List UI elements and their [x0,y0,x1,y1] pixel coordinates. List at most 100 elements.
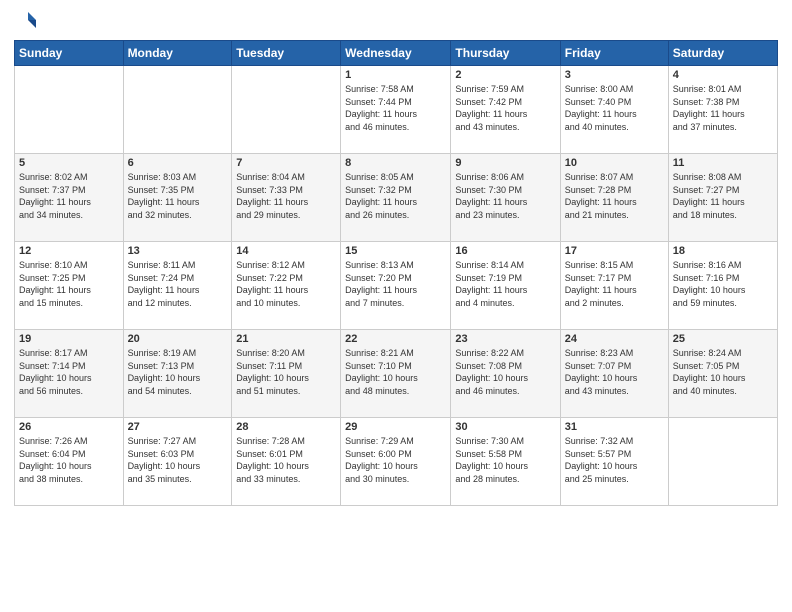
weekday-tuesday: Tuesday [232,41,341,66]
calendar-cell: 5Sunrise: 8:02 AM Sunset: 7:37 PM Daylig… [15,154,124,242]
day-number: 14 [236,245,336,257]
calendar-cell: 4 Sunrise: 8:01 AM Sunset: 7:38 PM Daylig… [668,66,777,154]
calendar-cell: 10 Sunrise: 8:07 AM Sunset: 7:28 PM Dayli… [560,154,668,242]
day-info: Sunrise: 8:24 AM Sunset: 7:05 PM Dayligh… [673,347,773,397]
calendar-week-2: 5Sunrise: 8:02 AM Sunset: 7:37 PM Daylig… [15,154,778,242]
day-number: 8 [345,157,446,169]
day-info: Sunrise: 7:28 AM Sunset: 6:01 PM Dayligh… [236,435,336,485]
calendar-table: SundayMondayTuesdayWednesdayThursdayFrid… [14,40,778,506]
calendar-cell: 8 Sunrise: 8:05 AM Sunset: 7:32 PM Daylig… [341,154,451,242]
calendar-cell: 18 Sunrise: 8:16 AM Sunset: 7:16 PM Dayli… [668,242,777,330]
day-info: Sunrise: 8:05 AM Sunset: 7:32 PM Dayligh… [345,171,446,221]
weekday-friday: Friday [560,41,668,66]
day-info: Sunrise: 8:17 AM Sunset: 7:14 PM Dayligh… [19,347,119,397]
day-number: 23 [455,333,555,345]
day-number: 31 [565,421,664,433]
day-number: 27 [128,421,228,433]
day-info: Sunrise: 7:27 AM Sunset: 6:03 PM Dayligh… [128,435,228,485]
calendar-cell: 12Sunrise: 8:10 AM Sunset: 7:25 PM Dayli… [15,242,124,330]
day-number: 17 [565,245,664,257]
day-info: Sunrise: 8:23 AM Sunset: 7:07 PM Dayligh… [565,347,664,397]
calendar-cell: 6Sunrise: 8:03 AM Sunset: 7:35 PM Daylig… [123,154,232,242]
day-info: Sunrise: 8:21 AM Sunset: 7:10 PM Dayligh… [345,347,446,397]
calendar-cell: 15Sunrise: 8:13 AM Sunset: 7:20 PM Dayli… [341,242,451,330]
calendar-week-1: 1Sunrise: 7:58 AM Sunset: 7:44 PM Daylig… [15,66,778,154]
day-info: Sunrise: 8:22 AM Sunset: 7:08 PM Dayligh… [455,347,555,397]
calendar-cell: 9 Sunrise: 8:06 AM Sunset: 7:30 PM Daylig… [451,154,560,242]
day-info: Sunrise: 8:07 AM Sunset: 7:28 PM Dayligh… [565,171,664,221]
day-info: Sunrise: 8:12 AM Sunset: 7:22 PM Dayligh… [236,259,336,309]
day-info: Sunrise: 8:15 AM Sunset: 7:17 PM Dayligh… [565,259,664,309]
day-info: Sunrise: 8:13 AM Sunset: 7:20 PM Dayligh… [345,259,446,309]
calendar-week-5: 26 Sunrise: 7:26 AM Sunset: 6:04 PM Dayli… [15,418,778,506]
day-number: 24 [565,333,664,345]
day-info: Sunrise: 7:29 AM Sunset: 6:00 PM Dayligh… [345,435,446,485]
day-number: 29 [345,421,446,433]
calendar-week-4: 19 Sunrise: 8:17 AM Sunset: 7:14 PM Dayli… [15,330,778,418]
calendar-cell [123,66,232,154]
calendar-cell [15,66,124,154]
calendar-cell: 21 Sunrise: 8:20 AM Sunset: 7:11 PM Dayli… [232,330,341,418]
calendar-cell: 2 Sunrise: 7:59 AM Sunset: 7:42 PM Daylig… [451,66,560,154]
day-number: 16 [455,245,555,257]
day-number: 28 [236,421,336,433]
weekday-sunday: Sunday [15,41,124,66]
calendar-cell [232,66,341,154]
weekday-monday: Monday [123,41,232,66]
day-number: 20 [128,333,228,345]
day-info: Sunrise: 8:14 AM Sunset: 7:19 PM Dayligh… [455,259,555,309]
day-info: Sunrise: 8:04 AM Sunset: 7:33 PM Dayligh… [236,171,336,221]
day-info: Sunrise: 8:08 AM Sunset: 7:27 PM Dayligh… [673,171,773,221]
calendar-cell: 29 Sunrise: 7:29 AM Sunset: 6:00 PM Dayli… [341,418,451,506]
weekday-wednesday: Wednesday [341,41,451,66]
day-info: Sunrise: 8:00 AM Sunset: 7:40 PM Dayligh… [565,83,664,133]
day-number: 7 [236,157,336,169]
calendar-cell [668,418,777,506]
calendar-cell: 27 Sunrise: 7:27 AM Sunset: 6:03 PM Dayli… [123,418,232,506]
day-number: 26 [19,421,119,433]
day-info: Sunrise: 8:20 AM Sunset: 7:11 PM Dayligh… [236,347,336,397]
day-number: 21 [236,333,336,345]
calendar-cell: 24 Sunrise: 8:23 AM Sunset: 7:07 PM Dayli… [560,330,668,418]
day-info: Sunrise: 7:59 AM Sunset: 7:42 PM Dayligh… [455,83,555,133]
day-number: 9 [455,157,555,169]
day-info: Sunrise: 8:01 AM Sunset: 7:38 PM Dayligh… [673,83,773,133]
day-number: 18 [673,245,773,257]
day-info: Sunrise: 7:30 AM Sunset: 5:58 PM Dayligh… [455,435,555,485]
calendar-cell: 19 Sunrise: 8:17 AM Sunset: 7:14 PM Dayli… [15,330,124,418]
day-info: Sunrise: 8:02 AM Sunset: 7:37 PM Dayligh… [19,171,119,221]
calendar-cell: 25 Sunrise: 8:24 AM Sunset: 7:05 PM Dayli… [668,330,777,418]
calendar-cell: 28 Sunrise: 7:28 AM Sunset: 6:01 PM Dayli… [232,418,341,506]
day-number: 10 [565,157,664,169]
day-info: Sunrise: 8:11 AM Sunset: 7:24 PM Dayligh… [128,259,228,309]
day-info: Sunrise: 7:26 AM Sunset: 6:04 PM Dayligh… [19,435,119,485]
logo [14,10,38,32]
calendar-cell: 17 Sunrise: 8:15 AM Sunset: 7:17 PM Dayli… [560,242,668,330]
weekday-header-row: SundayMondayTuesdayWednesdayThursdayFrid… [15,41,778,66]
calendar-cell: 31Sunrise: 7:32 AM Sunset: 5:57 PM Dayli… [560,418,668,506]
day-number: 2 [455,69,555,81]
calendar-cell: 26 Sunrise: 7:26 AM Sunset: 6:04 PM Dayli… [15,418,124,506]
calendar-cell: 3 Sunrise: 8:00 AM Sunset: 7:40 PM Daylig… [560,66,668,154]
day-number: 22 [345,333,446,345]
day-info: Sunrise: 8:06 AM Sunset: 7:30 PM Dayligh… [455,171,555,221]
day-number: 25 [673,333,773,345]
calendar-cell: 7 Sunrise: 8:04 AM Sunset: 7:33 PM Daylig… [232,154,341,242]
calendar-cell: 11 Sunrise: 8:08 AM Sunset: 7:27 PM Dayli… [668,154,777,242]
day-number: 1 [345,69,446,81]
header [14,10,778,32]
day-number: 12 [19,245,119,257]
calendar-cell: 20Sunrise: 8:19 AM Sunset: 7:13 PM Dayli… [123,330,232,418]
day-number: 3 [565,69,664,81]
calendar-cell: 16 Sunrise: 8:14 AM Sunset: 7:19 PM Dayli… [451,242,560,330]
day-number: 4 [673,69,773,81]
day-info: Sunrise: 8:16 AM Sunset: 7:16 PM Dayligh… [673,259,773,309]
calendar-cell: 14 Sunrise: 8:12 AM Sunset: 7:22 PM Dayli… [232,242,341,330]
day-number: 11 [673,157,773,169]
day-number: 30 [455,421,555,433]
calendar-cell: 30 Sunrise: 7:30 AM Sunset: 5:58 PM Dayli… [451,418,560,506]
calendar-cell: 22 Sunrise: 8:21 AM Sunset: 7:10 PM Dayli… [341,330,451,418]
calendar-week-3: 12Sunrise: 8:10 AM Sunset: 7:25 PM Dayli… [15,242,778,330]
day-number: 19 [19,333,119,345]
weekday-saturday: Saturday [668,41,777,66]
